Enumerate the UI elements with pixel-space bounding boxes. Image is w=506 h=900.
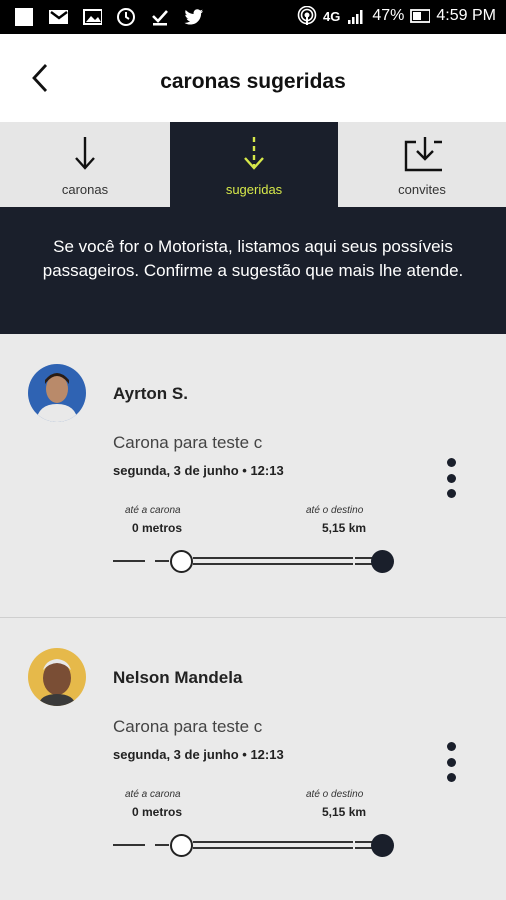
tab-convites[interactable]: convites bbox=[338, 122, 506, 207]
tab-caronas-label: caronas bbox=[61, 182, 109, 197]
download-done-icon bbox=[150, 7, 170, 27]
battery-icon bbox=[410, 6, 431, 26]
clock-time: 4:59 PM bbox=[436, 7, 496, 24]
inbox-download-icon bbox=[402, 134, 442, 174]
shared-route-track bbox=[193, 841, 353, 849]
signal-icon bbox=[346, 6, 366, 26]
battery-percentage: 47% bbox=[372, 7, 405, 24]
network-type: 4G bbox=[323, 8, 341, 24]
more-vertical-icon bbox=[446, 458, 456, 467]
more-vertical-icon bbox=[446, 742, 456, 751]
dashed-arrow-down-icon bbox=[234, 134, 274, 174]
square-notification-icon bbox=[14, 7, 34, 27]
more-dot bbox=[446, 757, 456, 767]
more-dot bbox=[446, 489, 456, 498]
more-options-button[interactable] bbox=[440, 742, 462, 782]
tab-convites-label: convites bbox=[398, 182, 446, 197]
gallery-icon bbox=[82, 7, 102, 27]
twitter-icon bbox=[184, 7, 204, 27]
more-dot bbox=[446, 473, 456, 483]
arrow-down-icon bbox=[65, 134, 105, 174]
hotspot-icon bbox=[297, 6, 317, 26]
distance-to-destination-value: 5,15 km bbox=[322, 521, 367, 535]
destination-point-marker bbox=[371, 834, 394, 857]
passenger-name: Ayrton S. bbox=[113, 384, 188, 403]
ride-datetime: segunda, 3 de junho • 12:13 bbox=[113, 747, 284, 762]
distance-to-pickup-value: 0 metros bbox=[132, 521, 183, 535]
ride-description: Carona para teste c bbox=[113, 717, 263, 736]
route-segment bbox=[155, 844, 169, 846]
page-title: caronas sugeridas bbox=[160, 70, 346, 93]
distance-to-pickup-label: até a carona bbox=[125, 505, 181, 516]
app-header: caronas sugeridas bbox=[0, 34, 506, 122]
info-banner: Se você for o Motorista, listamos aqui s… bbox=[0, 207, 506, 334]
avatar bbox=[28, 364, 86, 422]
more-dot bbox=[446, 773, 456, 782]
suggested-rides-list: Ayrton S. Carona para teste c segunda, 3… bbox=[0, 334, 506, 900]
destination-point-marker bbox=[371, 550, 394, 573]
pickup-point-marker bbox=[170, 834, 193, 857]
ride-datetime: segunda, 3 de junho • 12:13 bbox=[113, 463, 284, 478]
status-bar: 4G 47% 4:59 PM bbox=[0, 0, 506, 34]
route-segment bbox=[113, 844, 145, 846]
avatar bbox=[28, 648, 86, 706]
tab-sugeridas[interactable]: sugeridas bbox=[170, 122, 338, 207]
distance-to-destination-label: até o destino bbox=[306, 505, 364, 516]
pickup-point-marker bbox=[170, 550, 193, 573]
distance-to-pickup-label: até a carona bbox=[125, 789, 181, 800]
ride-card[interactable]: Nelson Mandela Carona para teste c segun… bbox=[0, 618, 506, 900]
route-line bbox=[113, 547, 398, 575]
route-segment bbox=[155, 560, 169, 562]
ride-card[interactable]: Ayrton S. Carona para teste c segunda, 3… bbox=[0, 334, 506, 618]
tab-bar: caronas sugeridas convites bbox=[0, 122, 506, 207]
distance-to-destination-label: até o destino bbox=[306, 789, 364, 800]
distance-to-pickup-value: 0 metros bbox=[132, 805, 183, 819]
ride-description: Carona para teste c bbox=[113, 433, 263, 452]
distance-to-destination-value: 5,15 km bbox=[322, 805, 367, 819]
gmail-icon bbox=[48, 7, 68, 27]
route-line bbox=[113, 831, 398, 859]
clock-icon bbox=[116, 7, 136, 27]
shared-route-track bbox=[193, 557, 353, 565]
passenger-name: Nelson Mandela bbox=[113, 668, 243, 687]
route-segment bbox=[113, 560, 145, 562]
tab-sugeridas-label: sugeridas bbox=[225, 182, 283, 197]
tab-caronas[interactable]: caronas bbox=[0, 122, 170, 207]
more-options-button[interactable] bbox=[440, 458, 462, 498]
